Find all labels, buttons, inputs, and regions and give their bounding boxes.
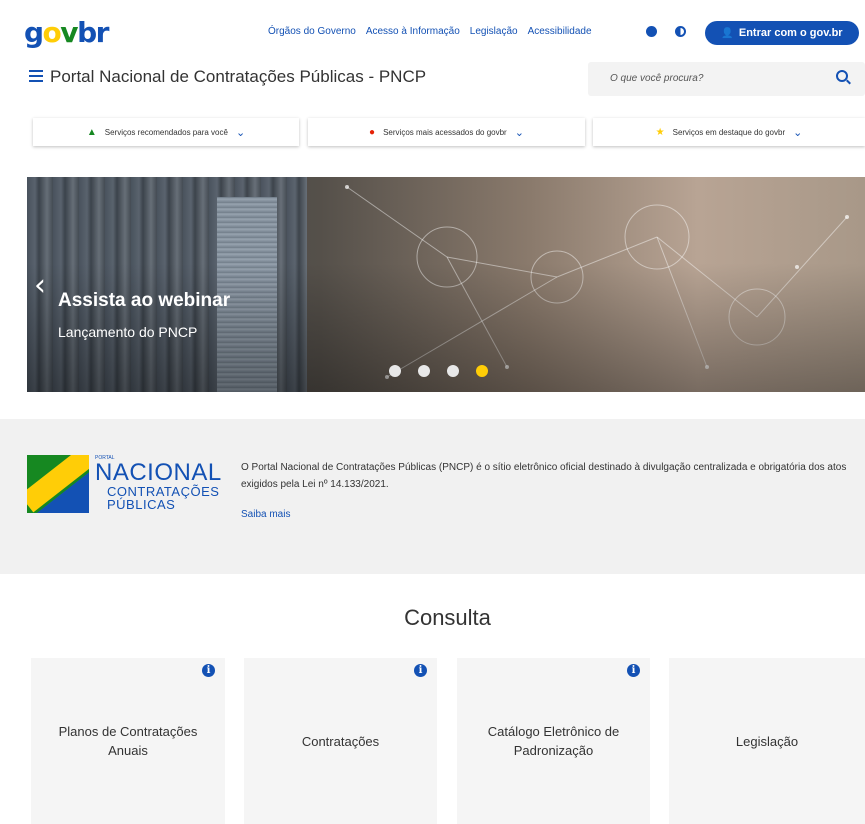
services-most-accessed-label: Serviços mais acessados do govbr [383, 127, 507, 137]
carousel-banner[interactable] [27, 177, 865, 392]
chevron-down-icon: ⌄ [235, 126, 246, 139]
header-links: Órgãos do Governo Acesso à Informação Le… [268, 26, 592, 37]
info-icon[interactable]: i [627, 664, 640, 677]
services-featured-label: Serviços em destaque do govbr [672, 127, 786, 137]
card-legislacao[interactable]: Legislação [669, 658, 865, 824]
saiba-mais-link[interactable]: Saiba mais [241, 509, 290, 520]
card-label: Contratações [301, 733, 380, 749]
carousel-dot-2[interactable] [418, 365, 430, 377]
search-placeholder: O que você procura? [610, 73, 704, 84]
carousel-dot-3[interactable] [447, 365, 459, 377]
high-contrast-icon[interactable] [675, 26, 686, 37]
banner-subtitle: Lançamento do PNCP [58, 324, 198, 340]
logo-letters-br: br [77, 16, 109, 49]
thumb-up-icon: ▲ [86, 126, 97, 138]
chevron-down-icon: ⌄ [793, 126, 803, 139]
card-label: Catálogo Eletrônico de Padronização [487, 724, 620, 758]
card-catalogo-eletronico[interactable]: i Catálogo Eletrônico de Padronização [457, 658, 650, 824]
chevron-left-icon[interactable]: ‹ [34, 268, 46, 303]
pncp-logo-mark [27, 455, 89, 513]
search-icon[interactable] [836, 70, 848, 82]
logo-letter-v: v [60, 16, 78, 49]
chevron-down-icon: ⌄ [514, 126, 524, 139]
card-label: Planos de Contratações Anuais [58, 724, 198, 758]
top-header: govbr Órgãos do Governo Acesso à Informa… [0, 0, 865, 66]
color-theme-icon[interactable] [646, 26, 657, 37]
carousel-dot-4[interactable] [476, 365, 488, 377]
pncp-logo-publicas: PÚBLICAS [107, 497, 176, 512]
carousel-dot-1[interactable] [389, 365, 401, 377]
services-recommended-label: Serviços recomendados para você [104, 127, 228, 137]
login-button[interactable]: 👤 Entrar com o gov.br [705, 21, 859, 45]
star-icon: ★ [655, 126, 665, 138]
services-featured-dropdown[interactable]: ★ Serviços em destaque do govbr ⌄ [593, 118, 865, 146]
services-recommended-dropdown[interactable]: ▲ Serviços recomendados para você ⌄ [33, 118, 299, 146]
link-acesso-a-informacao[interactable]: Acesso à Informação [366, 26, 460, 37]
info-icon[interactable]: i [414, 664, 427, 677]
services-most-accessed-dropdown[interactable]: ● Serviços mais acessados do govbr ⌄ [308, 118, 585, 146]
user-icon: 👤 [721, 27, 734, 39]
link-orgaos-do-governo[interactable]: Órgãos do Governo [268, 26, 356, 37]
banner-shade [27, 177, 865, 392]
card-label: Legislação [735, 733, 799, 749]
pncp-logo-nacional: NACIONAL [95, 459, 222, 486]
portal-title: Portal Nacional de Contratações Públicas… [50, 67, 427, 86]
card-contratacoes[interactable]: i Contratações [244, 658, 437, 824]
card-planos-contratacoes[interactable]: i Planos de Contratações Anuais [31, 658, 225, 824]
govbr-logo[interactable]: govbr [24, 16, 109, 49]
about-description: O Portal Nacional de Contratações Públic… [241, 462, 847, 490]
banner-title: Assista ao webinar [58, 290, 231, 311]
fire-icon: ● [369, 126, 376, 138]
logo-letter-o: o [42, 16, 62, 49]
logo-letter-g: g [24, 16, 44, 49]
login-button-label: Entrar com o gov.br [738, 27, 843, 39]
info-icon[interactable]: i [202, 664, 215, 677]
hamburger-menu-icon[interactable] [29, 70, 43, 82]
pncp-logo: PORTAL NACIONAL CONTRATAÇÕES PÚBLICAS [27, 455, 227, 515]
section-title-consulta: Consulta [404, 605, 491, 630]
link-acessibilidade[interactable]: Acessibilidade [528, 26, 592, 37]
link-legislacao[interactable]: Legislação [470, 26, 518, 37]
